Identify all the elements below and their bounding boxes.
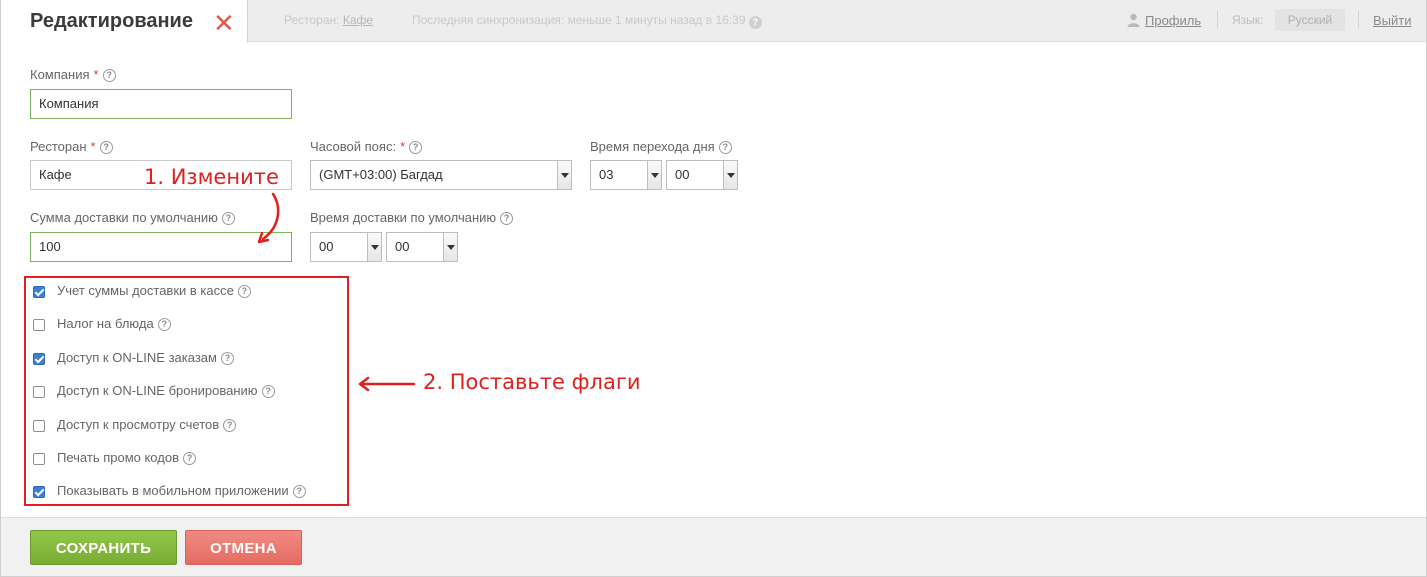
checkbox-label: Учет суммы доставки в кассе?	[57, 283, 251, 298]
help-icon[interactable]: ?	[409, 141, 423, 154]
annotation-step-2: 2. Поставьте флаги	[423, 370, 641, 394]
chevron-down-icon[interactable]	[443, 233, 457, 261]
cancel-button[interactable]: ОТМЕНА	[185, 530, 302, 565]
active-tab[interactable]: Редактирование ✕	[1, 0, 248, 43]
divider	[1217, 11, 1218, 28]
delivery-time-label-text: Время доставки по умолчанию	[310, 210, 497, 225]
checkbox-label-text: Доступ к ON-LINE бронированию	[57, 383, 258, 398]
checkbox-label: Печать промо кодов?	[57, 450, 196, 465]
chevron-down-icon[interactable]	[367, 233, 381, 261]
checkbox[interactable]	[33, 286, 45, 298]
help-icon[interactable]: ?	[718, 141, 732, 154]
day-change-minute-value: 00	[675, 167, 690, 182]
arrow-annotation-icon	[257, 192, 280, 244]
delivery-sum-input[interactable]: 100	[30, 232, 292, 262]
restaurant-info: Ресторан: Кафе	[284, 13, 373, 27]
delivery-time-label: Время доставки по умолчанию?	[310, 210, 514, 225]
day-change-label: Время перехода дня?	[590, 139, 732, 154]
required-mark: *	[90, 139, 96, 154]
delivery-time-hour-select[interactable]: 00	[310, 232, 382, 262]
day-change-hour-value: 03	[599, 167, 614, 182]
delivery-sum-label: Сумма доставки по умолчанию?	[30, 210, 235, 225]
restaurant-label-text: Ресторан	[30, 139, 87, 154]
help-icon[interactable]: ?	[220, 352, 234, 365]
delivery-sum-value: 100	[39, 239, 61, 254]
company-label-text: Компания	[30, 67, 90, 82]
help-icon[interactable]: ?	[223, 419, 237, 432]
save-button[interactable]: СОХРАНИТЬ	[30, 530, 177, 565]
close-icon[interactable]: ✕	[213, 10, 235, 36]
restaurant-link[interactable]: Кафе	[343, 13, 373, 27]
top-bar: Редактирование ✕ Ресторан: Кафе Последня…	[1, 0, 1426, 43]
form-footer: СОХРАНИТЬ ОТМЕНА	[1, 517, 1426, 576]
help-icon[interactable]: ?	[99, 141, 113, 154]
required-mark: *	[93, 67, 99, 82]
timezone-select[interactable]: (GMT+03:00) Багдад	[310, 160, 572, 190]
checkbox-label: Доступ к ON-LINE бронированию?	[57, 383, 275, 398]
checkbox-label-text: Доступ к просмотру счетов	[57, 417, 220, 432]
checkbox-label-text: Доступ к ON-LINE заказам	[57, 350, 217, 365]
delivery-time-hour-value: 00	[319, 239, 334, 254]
checkbox[interactable]	[33, 353, 45, 365]
help-icon[interactable]: ?	[221, 212, 235, 225]
checkbox-label-text: Учет суммы доставки в кассе	[57, 283, 234, 298]
checkbox-label: Показывать в мобильном приложении?	[57, 483, 306, 498]
day-change-hour-select[interactable]: 03	[590, 160, 662, 190]
arrow-left-icon	[358, 376, 416, 392]
user-icon	[1127, 13, 1140, 27]
chevron-down-icon[interactable]	[723, 161, 737, 189]
checkbox[interactable]	[33, 486, 45, 498]
help-icon[interactable]: ?	[500, 212, 514, 225]
delivery-time-minute-value: 00	[395, 239, 410, 254]
checkbox-label: Доступ к ON-LINE заказам?	[57, 350, 234, 365]
chevron-down-icon[interactable]	[647, 161, 661, 189]
page-title: Редактирование	[30, 10, 193, 32]
help-icon[interactable]: ?	[292, 485, 306, 498]
day-change-label-text: Время перехода дня	[590, 139, 715, 154]
checkbox-label: Доступ к просмотру счетов?	[57, 417, 237, 432]
required-mark: *	[400, 139, 406, 154]
company-label: Компания *?	[30, 67, 116, 82]
help-icon[interactable]: ?	[237, 285, 251, 298]
sync-status: Последняя синхронизация: меньше 1 минуты…	[412, 13, 762, 29]
delivery-time-minute-select[interactable]: 00	[386, 232, 458, 262]
restaurant-input-value: Кафе	[39, 167, 72, 182]
sync-status-text: Последняя синхронизация: меньше 1 минуты…	[412, 13, 746, 27]
language-value: Русский	[1287, 13, 1333, 27]
language-label: Язык:	[1232, 13, 1264, 27]
help-icon[interactable]: ?	[102, 69, 116, 82]
checkbox[interactable]	[33, 386, 45, 398]
company-input[interactable]: Компания	[30, 89, 292, 119]
help-icon[interactable]: ?	[182, 452, 196, 465]
checkbox-label-text: Печать промо кодов	[57, 450, 179, 465]
language-select[interactable]: Русский	[1275, 9, 1345, 31]
timezone-label: Часовой пояс: *?	[310, 139, 423, 154]
checkbox[interactable]	[33, 319, 45, 331]
help-icon[interactable]: ?	[261, 385, 275, 398]
timezone-value: (GMT+03:00) Багдад	[319, 167, 443, 182]
delivery-sum-label-text: Сумма доставки по умолчанию	[30, 210, 218, 225]
checkbox[interactable]	[33, 420, 45, 432]
checkbox[interactable]	[33, 453, 45, 465]
timezone-label-text: Часовой пояс:	[310, 139, 397, 154]
restaurant-info-label: Ресторан:	[284, 13, 340, 27]
checkbox-label: Налог на блюда?	[57, 316, 171, 331]
logout-link[interactable]: Выйти	[1373, 13, 1412, 28]
day-change-minute-select[interactable]: 00	[666, 160, 738, 190]
annotation-step-1: 1. Измените	[144, 165, 279, 189]
profile-link[interactable]: Профиль	[1145, 13, 1201, 28]
checkbox-label-text: Налог на блюда	[57, 316, 154, 331]
info-icon: ?	[748, 16, 762, 29]
help-icon[interactable]: ?	[157, 318, 171, 331]
chevron-down-icon[interactable]	[557, 161, 571, 189]
divider	[1358, 11, 1359, 28]
restaurant-label: Ресторан *?	[30, 139, 113, 154]
company-input-value: Компания	[39, 96, 99, 111]
checkbox-label-text: Показывать в мобильном приложении	[57, 483, 289, 498]
